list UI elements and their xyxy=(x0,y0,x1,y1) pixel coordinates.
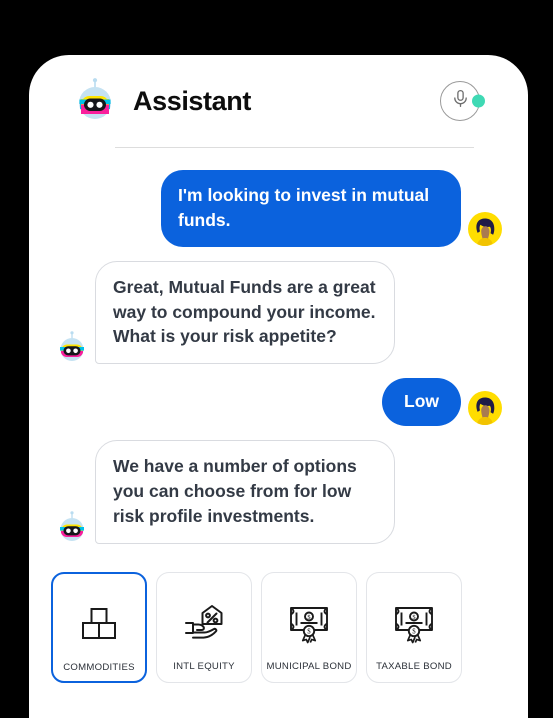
message-row: Great, Mutual Funds are a great way to c… xyxy=(55,261,502,365)
svg-text:$: $ xyxy=(412,628,416,635)
user-avatar-icon xyxy=(468,212,502,246)
svg-text:$: $ xyxy=(412,614,415,621)
message-row: Low xyxy=(55,378,502,426)
bond-certificate-icon: $ $ xyxy=(287,595,331,651)
option-card-municipal-bond[interactable]: $ $ MUNICIPAL BOND xyxy=(261,572,357,683)
bond-certificate-icon: $ $ xyxy=(392,595,436,651)
svg-text:$: $ xyxy=(307,614,310,621)
message-row: We have a number of options you can choo… xyxy=(55,440,502,544)
screenshot-root: Assistant I'm looking to invest in mutua… xyxy=(0,0,553,718)
option-label: MUNICIPAL BOND xyxy=(266,661,351,672)
svg-text:$: $ xyxy=(307,628,311,635)
bot-message-bubble: We have a number of options you can choo… xyxy=(95,440,395,544)
hand-percent-tag-icon xyxy=(182,595,226,651)
user-message-bubble: Low xyxy=(382,378,461,426)
robot-avatar-icon xyxy=(55,511,89,545)
chat-assistant-card: Assistant I'm looking to invest in mutua… xyxy=(29,55,528,718)
user-message-bubble: I'm looking to invest in mutual funds. xyxy=(161,170,461,247)
message-row: I'm looking to invest in mutual funds. xyxy=(55,170,502,247)
microphone-button[interactable] xyxy=(440,81,480,121)
page-title: Assistant xyxy=(133,86,251,117)
option-card-taxable-bond[interactable]: $ $ TAXABLE BOND xyxy=(366,572,462,683)
robot-avatar-icon xyxy=(55,331,89,365)
option-label: INTL EQUITY xyxy=(173,661,235,672)
option-label: TAXABLE BOND xyxy=(376,661,452,672)
user-avatar-icon xyxy=(468,391,502,425)
bot-message-bubble: Great, Mutual Funds are a great way to c… xyxy=(95,261,395,365)
investment-options-list: COMMODITIES INTL EQUITY xyxy=(29,558,528,683)
stacked-boxes-icon xyxy=(77,596,121,652)
option-card-intl-equity[interactable]: INTL EQUITY xyxy=(156,572,252,683)
chat-header: Assistant xyxy=(29,55,528,147)
conversation-list: I'm looking to invest in mutual funds. xyxy=(29,148,528,544)
option-card-commodities[interactable]: COMMODITIES xyxy=(51,572,147,683)
option-label: COMMODITIES xyxy=(63,662,135,673)
robot-avatar-icon xyxy=(71,77,119,125)
microphone-icon xyxy=(450,88,471,114)
mic-status-dot xyxy=(472,95,485,108)
